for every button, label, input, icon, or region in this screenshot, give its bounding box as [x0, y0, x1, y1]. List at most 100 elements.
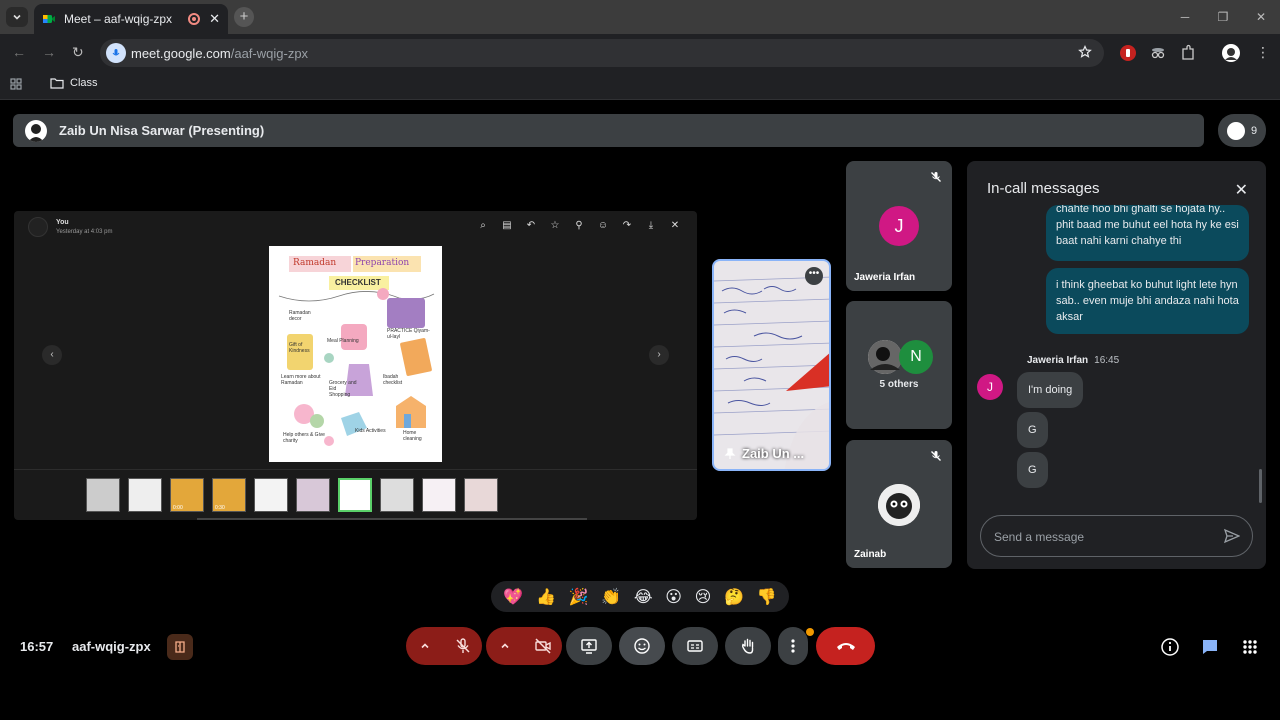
participant-tile[interactable]: Zainab	[846, 440, 952, 568]
presenter-video-tile[interactable]: ••• Zaib Un ...	[712, 259, 831, 471]
poster-title-checklist: CHECKLIST	[335, 278, 381, 287]
thumbnail[interactable]	[380, 478, 414, 512]
tab-search-button[interactable]	[6, 7, 28, 27]
participant-avatar	[868, 340, 902, 374]
participant-avatar	[1226, 121, 1245, 140]
extension-spy-icon[interactable]	[1149, 44, 1167, 62]
thumbnail[interactable]	[422, 478, 456, 512]
sender-avatar: J	[977, 374, 1003, 400]
activities-button[interactable]	[1239, 636, 1261, 658]
send-icon[interactable]	[1224, 528, 1240, 544]
presentation-stage: You Yesterday at 4:03 pm ⌕ ▤ ↶ ☆ ⚲ ☺ ↷ ⤓…	[14, 211, 697, 520]
restore-button[interactable]: ❐	[1204, 0, 1242, 34]
participants-chip[interactable]: 9	[1218, 114, 1266, 147]
leave-call-button[interactable]	[816, 627, 875, 665]
bookmark-folder-class[interactable]: Class	[50, 77, 98, 89]
gallery-icon[interactable]: ▤	[495, 220, 519, 231]
reactions-bar: 💖 👍 🎉 👏 😂 😮 😢 🤔 👎	[491, 581, 789, 612]
chat-message-in: I'm doing	[1017, 372, 1084, 408]
camera-toggle-button[interactable]	[524, 627, 562, 665]
chat-scrollbar[interactable]	[1259, 469, 1262, 503]
profile-avatar[interactable]	[1222, 44, 1240, 62]
more-options-button[interactable]	[778, 627, 808, 665]
reload-button[interactable]: ↻	[72, 44, 84, 61]
chat-button[interactable]	[1199, 636, 1221, 658]
close-window-button[interactable]: ✕	[1242, 0, 1280, 34]
tab-title: Meet – aaf-wqig-zpx	[64, 12, 173, 26]
star-icon[interactable]: ☆	[543, 220, 567, 231]
reaction-clap[interactable]: 👏	[601, 587, 621, 607]
url-domain: meet.google.com	[131, 45, 231, 61]
present-screen-icon	[581, 639, 597, 654]
download-icon[interactable]: ⤓	[639, 220, 663, 231]
microphone-toggle-button[interactable]	[444, 627, 482, 665]
presenting-banner: Zaib Un Nisa Sarwar (Presenting)	[13, 114, 1204, 147]
thumbnail[interactable]	[464, 478, 498, 512]
reaction-thinking[interactable]: 🤔	[724, 587, 744, 607]
minimize-button[interactable]: ─	[1166, 0, 1204, 34]
participant-tile-others[interactable]: N 5 others	[846, 301, 952, 429]
bookmark-star-icon[interactable]	[1078, 45, 1092, 59]
next-arrow-icon[interactable]: ›	[649, 345, 669, 365]
thumbnail[interactable]	[296, 478, 330, 512]
poster-item: Ibadah checklist	[383, 374, 403, 386]
prev-arrow-icon[interactable]: ‹	[42, 345, 62, 365]
more-options-icon[interactable]: •••	[805, 267, 823, 285]
reaction-surprised[interactable]: 😮	[665, 587, 682, 607]
thumbnail-video[interactable]: 0:30	[212, 478, 246, 512]
folder-icon	[50, 78, 64, 89]
viewer-timestamp: Yesterday at 4:03 pm	[56, 229, 113, 235]
ramadan-checklist-image: Ramadan Preparation CHECKLIST Ramadan de…	[269, 246, 442, 462]
reaction-thumbs-up[interactable]: 👍	[536, 587, 556, 607]
thumbnail[interactable]	[128, 478, 162, 512]
participant-avatar: N	[899, 340, 933, 374]
close-icon[interactable]: ✕	[1235, 180, 1248, 200]
raise-hand-button[interactable]	[725, 627, 771, 665]
react-icon[interactable]: ☺	[591, 220, 615, 231]
reply-icon[interactable]: ↶	[519, 220, 543, 231]
thumbnail-scrollbar[interactable]	[197, 518, 587, 520]
present-screen-button[interactable]	[566, 627, 612, 665]
extension-shield-icon[interactable]	[1119, 44, 1137, 62]
poster-item: Kids Activities	[355, 428, 386, 434]
close-icon[interactable]: ✕	[663, 220, 687, 231]
apps-grid-icon	[1243, 640, 1257, 654]
info-icon	[1161, 638, 1179, 656]
browser-menu-icon[interactable]: ⋮	[1256, 44, 1270, 61]
reaction-joy[interactable]: 😂	[634, 587, 653, 607]
new-tab-button[interactable]: +	[234, 7, 254, 27]
thumbnail[interactable]	[254, 478, 288, 512]
reactions-button[interactable]	[619, 627, 665, 665]
pin-icon[interactable]: ⚲	[567, 220, 591, 231]
captions-button[interactable]	[672, 627, 718, 665]
mic-off-icon	[931, 451, 941, 461]
captions-icon	[687, 640, 703, 652]
forward-icon[interactable]: ↷	[615, 220, 639, 231]
host-controls-icon[interactable]	[167, 634, 193, 660]
thumbnail-selected[interactable]	[338, 478, 372, 512]
reaction-party[interactable]: 🎉	[569, 587, 589, 607]
meeting-details-button[interactable]	[1159, 636, 1181, 658]
apps-grid-icon[interactable]	[10, 78, 22, 90]
browser-tab-meet[interactable]: Meet – aaf-wqig-zpx ✕	[34, 4, 228, 34]
message-time: 16:45	[1094, 355, 1120, 366]
extensions-puzzle-icon[interactable]	[1179, 44, 1197, 62]
tab-close-icon[interactable]: ✕	[209, 11, 220, 27]
reaction-thumbs-down[interactable]: 👎	[757, 587, 777, 607]
back-button[interactable]: ←	[12, 44, 26, 60]
chat-message-text: i think gheebat ko buhut light lete hyn …	[1056, 279, 1239, 323]
camera-off-icon	[535, 638, 551, 654]
address-bar[interactable]: meet.google.com/aaf-wqig-zpx	[100, 39, 1104, 67]
viewer-header: You Yesterday at 4:03 pm	[28, 217, 112, 237]
reaction-sad[interactable]: 😢	[695, 587, 712, 607]
participant-tile[interactable]: J Jaweria Irfan	[846, 161, 952, 291]
thumbnail-video[interactable]: 0:00	[170, 478, 204, 512]
message-input[interactable]: Send a message	[980, 515, 1253, 557]
forward-button[interactable]: →	[42, 44, 56, 60]
thumbnail-strip: 0:00 0:30	[14, 469, 697, 520]
audio-options-button[interactable]	[406, 627, 444, 665]
reaction-sparkling-heart[interactable]: 💖	[503, 587, 523, 607]
video-options-button[interactable]	[486, 627, 524, 665]
thumbnail[interactable]	[86, 478, 120, 512]
zoom-icon[interactable]: ⌕	[471, 220, 495, 231]
